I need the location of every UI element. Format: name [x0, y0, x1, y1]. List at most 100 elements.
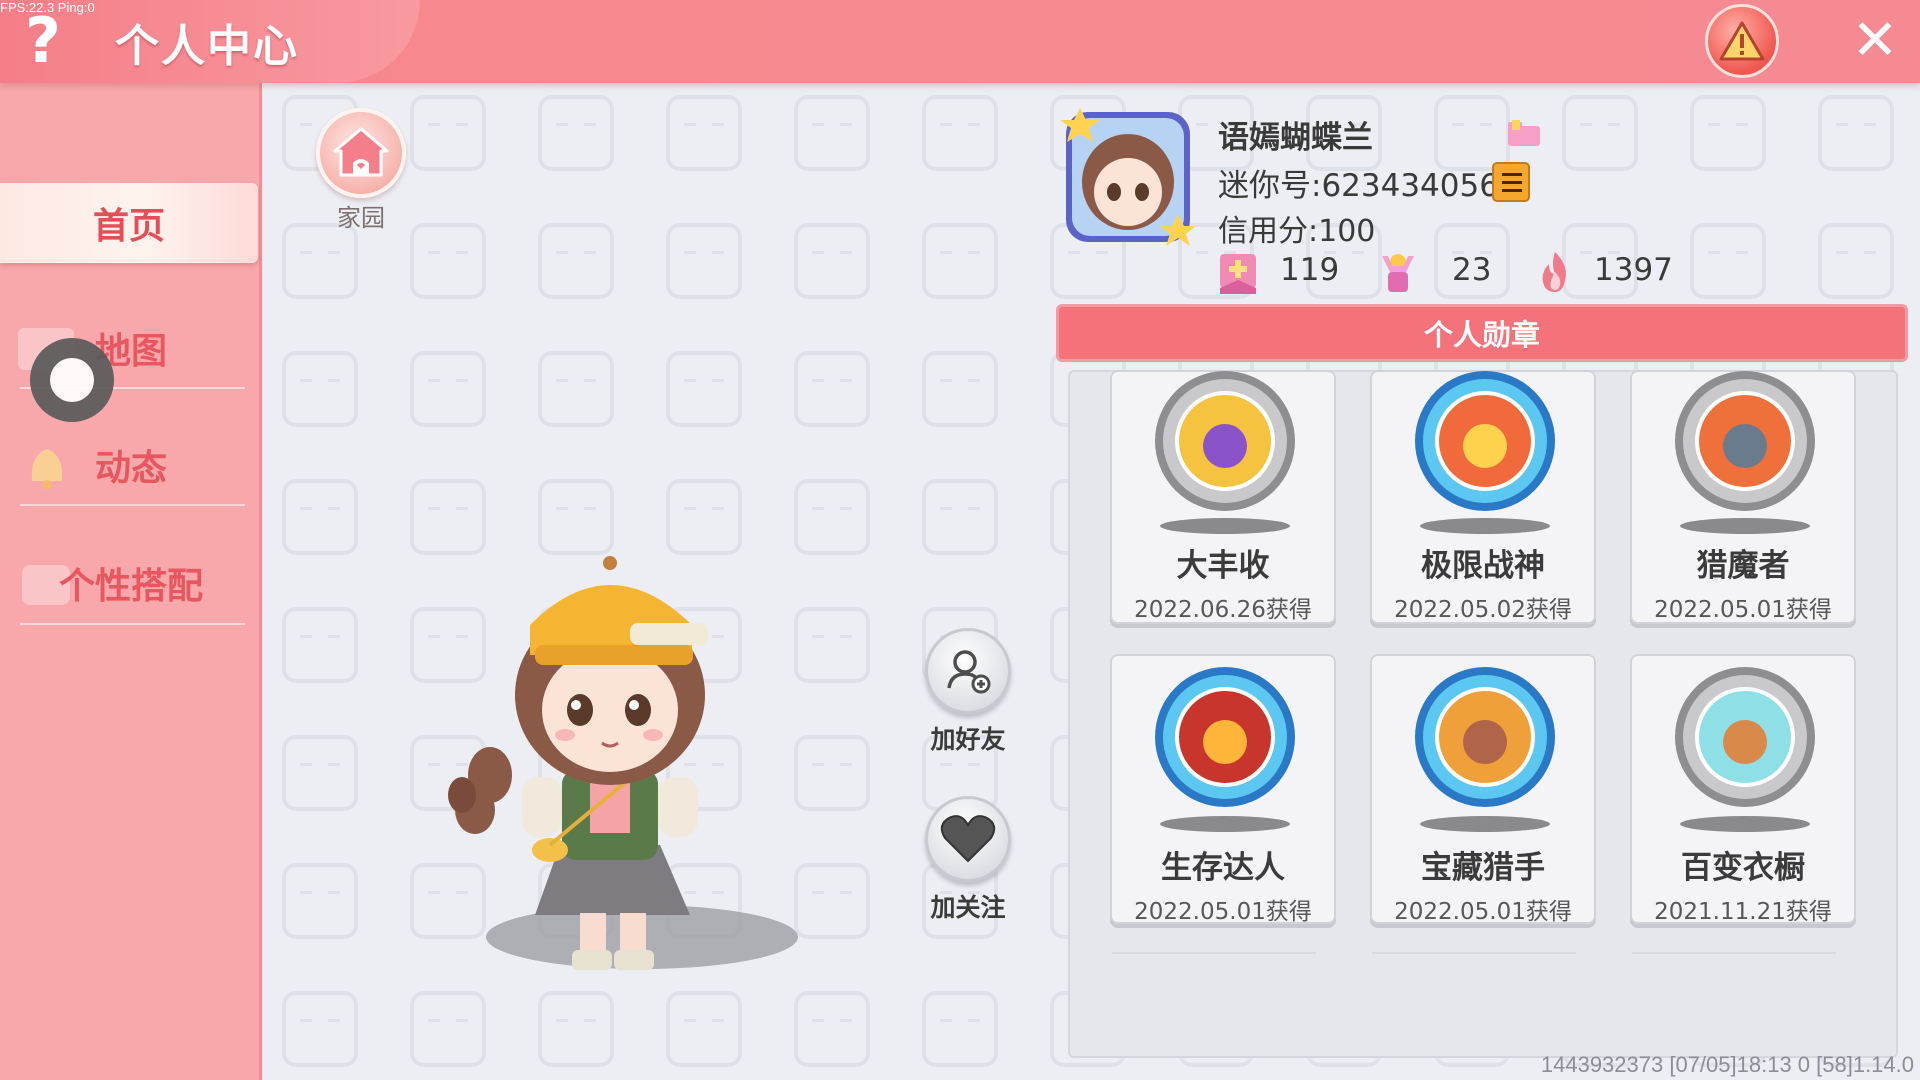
- harvest-medal-icon: [1155, 371, 1295, 511]
- help-button[interactable]: ?: [18, 6, 68, 76]
- follow-label: 加关注: [930, 893, 1006, 922]
- medal-shadow: [1680, 816, 1810, 832]
- add-friend-label: 加好友: [930, 725, 1006, 754]
- home-label: 家园: [337, 204, 385, 232]
- background-tile: [538, 95, 614, 171]
- build-info: 1443932373 [07/05]18:13 0 [58]1.14.0: [1540, 1052, 1914, 1077]
- medal-name: 宝藏猎手: [1421, 850, 1545, 886]
- sidebar-item-label: 个性搭配: [58, 566, 203, 607]
- background-tile: [1690, 95, 1766, 171]
- sidebar-item-outfit[interactable]: 个性搭配: [0, 543, 262, 623]
- medal-date: 2022.06.26获得: [1134, 597, 1312, 623]
- sidebar-item-home[interactable]: 首页: [0, 183, 258, 263]
- stat-flowers: 119: [1280, 252, 1340, 288]
- house-icon: [333, 127, 389, 177]
- medal-card[interactable]: 百变衣橱 2021.11.21获得: [1630, 654, 1856, 925]
- bell-icon: [31, 449, 63, 490]
- background-tile: [922, 223, 998, 299]
- player-name: 语嫣蝴蝶兰: [1218, 120, 1373, 156]
- background-tile: [666, 479, 742, 555]
- avatar[interactable]: [1058, 104, 1198, 250]
- medal-card[interactable]: 生存达人 2022.05.01获得: [1110, 654, 1336, 925]
- folder-icon[interactable]: [1506, 118, 1542, 148]
- background-tile: [410, 991, 486, 1067]
- background-tile: [666, 351, 742, 427]
- background-tile: [410, 223, 486, 299]
- background-tile: [794, 607, 870, 683]
- touch-cursor: [30, 338, 114, 422]
- medal-date: 2022.05.01获得: [1394, 899, 1572, 925]
- background-tile: [922, 95, 998, 171]
- medal-name: 极限战神: [1421, 548, 1545, 584]
- background-tile: [282, 479, 358, 555]
- background-tile: [1818, 223, 1894, 299]
- report-button[interactable]: [1705, 4, 1779, 78]
- copy-icon[interactable]: [1492, 162, 1530, 202]
- sidebar-divider: [20, 504, 245, 506]
- medal-shadow: [1160, 518, 1290, 534]
- treasure-medal-icon: [1415, 667, 1555, 807]
- medal-name: 生存达人: [1161, 850, 1285, 886]
- sidebar-item-feed[interactable]: 动态: [0, 425, 262, 505]
- stat-likes: 23: [1452, 252, 1492, 288]
- flame-icon: [1542, 252, 1566, 292]
- page-title: 个人中心: [115, 21, 299, 72]
- follow-button[interactable]: [925, 796, 1011, 882]
- mini-id: 迷你号:623434056: [1218, 168, 1499, 204]
- player-character[interactable]: [440, 545, 780, 975]
- medal-card[interactable]: 极限战神 2022.05.02获得: [1370, 370, 1596, 624]
- close-button[interactable]: ✕: [1845, 10, 1905, 72]
- background-tile: [282, 991, 358, 1067]
- add-friend-button[interactable]: [925, 628, 1011, 714]
- medal-date: 2022.05.01获得: [1134, 899, 1312, 925]
- background-tile: [922, 991, 998, 1067]
- background-tile: [922, 479, 998, 555]
- background-tile: [922, 351, 998, 427]
- row-divider: [1632, 952, 1836, 954]
- warning-icon: [1719, 21, 1765, 61]
- home-button[interactable]: [316, 108, 406, 198]
- sidebar-item-label: 动态: [94, 448, 167, 489]
- background-tile: [282, 735, 358, 811]
- sidebar: 首页 地图 动态 个性搭配: [0, 83, 262, 1080]
- medal-date: 2022.05.02获得: [1394, 597, 1572, 623]
- background-tile: [794, 863, 870, 939]
- background-tile: [410, 479, 486, 555]
- wardrobe-medal-icon: [1675, 667, 1815, 807]
- medal-date: 2022.05.01获得: [1654, 597, 1832, 623]
- medal-card[interactable]: 猎魔者 2022.05.01获得: [1630, 370, 1856, 624]
- background-tile: [410, 95, 486, 171]
- sidebar-item-label: 首页: [92, 206, 165, 247]
- background-tile: [1818, 95, 1894, 171]
- add-person-icon: [947, 650, 991, 694]
- header-bar: ? 个人中心 ✕: [0, 0, 1920, 83]
- background-tile: [282, 863, 358, 939]
- trophy-person-icon: [1382, 254, 1414, 292]
- medal-shadow: [1680, 518, 1810, 534]
- row-divider: [1112, 952, 1316, 954]
- background-tile: [538, 479, 614, 555]
- background-tile: [538, 351, 614, 427]
- heart-icon: [940, 815, 996, 863]
- medal-panel-title: 个人勋章: [1056, 304, 1908, 362]
- background-tile: [538, 991, 614, 1067]
- background-tile: [410, 351, 486, 427]
- medal-card[interactable]: 宝藏猎手 2022.05.01获得: [1370, 654, 1596, 925]
- background-tile: [282, 223, 358, 299]
- medal-name: 百变衣橱: [1681, 850, 1805, 886]
- medal-date: 2021.11.21获得: [1654, 899, 1832, 925]
- credit-score: 信用分:100: [1218, 214, 1376, 249]
- medal-name: 猎魔者: [1696, 548, 1790, 584]
- background-tile: [794, 735, 870, 811]
- sidebar-divider: [20, 623, 245, 625]
- demon-hunter-medal-icon: [1675, 371, 1815, 511]
- background-tile: [666, 95, 742, 171]
- background-tile: [538, 223, 614, 299]
- stat-popularity: 1397: [1594, 252, 1673, 288]
- row-divider: [1372, 952, 1576, 954]
- background-tile: [794, 95, 870, 171]
- medal-shadow: [1420, 816, 1550, 832]
- campfire-medal-icon: [1155, 667, 1295, 807]
- medal-card[interactable]: 大丰收 2022.06.26获得: [1110, 370, 1336, 624]
- background-tile: [1690, 223, 1766, 299]
